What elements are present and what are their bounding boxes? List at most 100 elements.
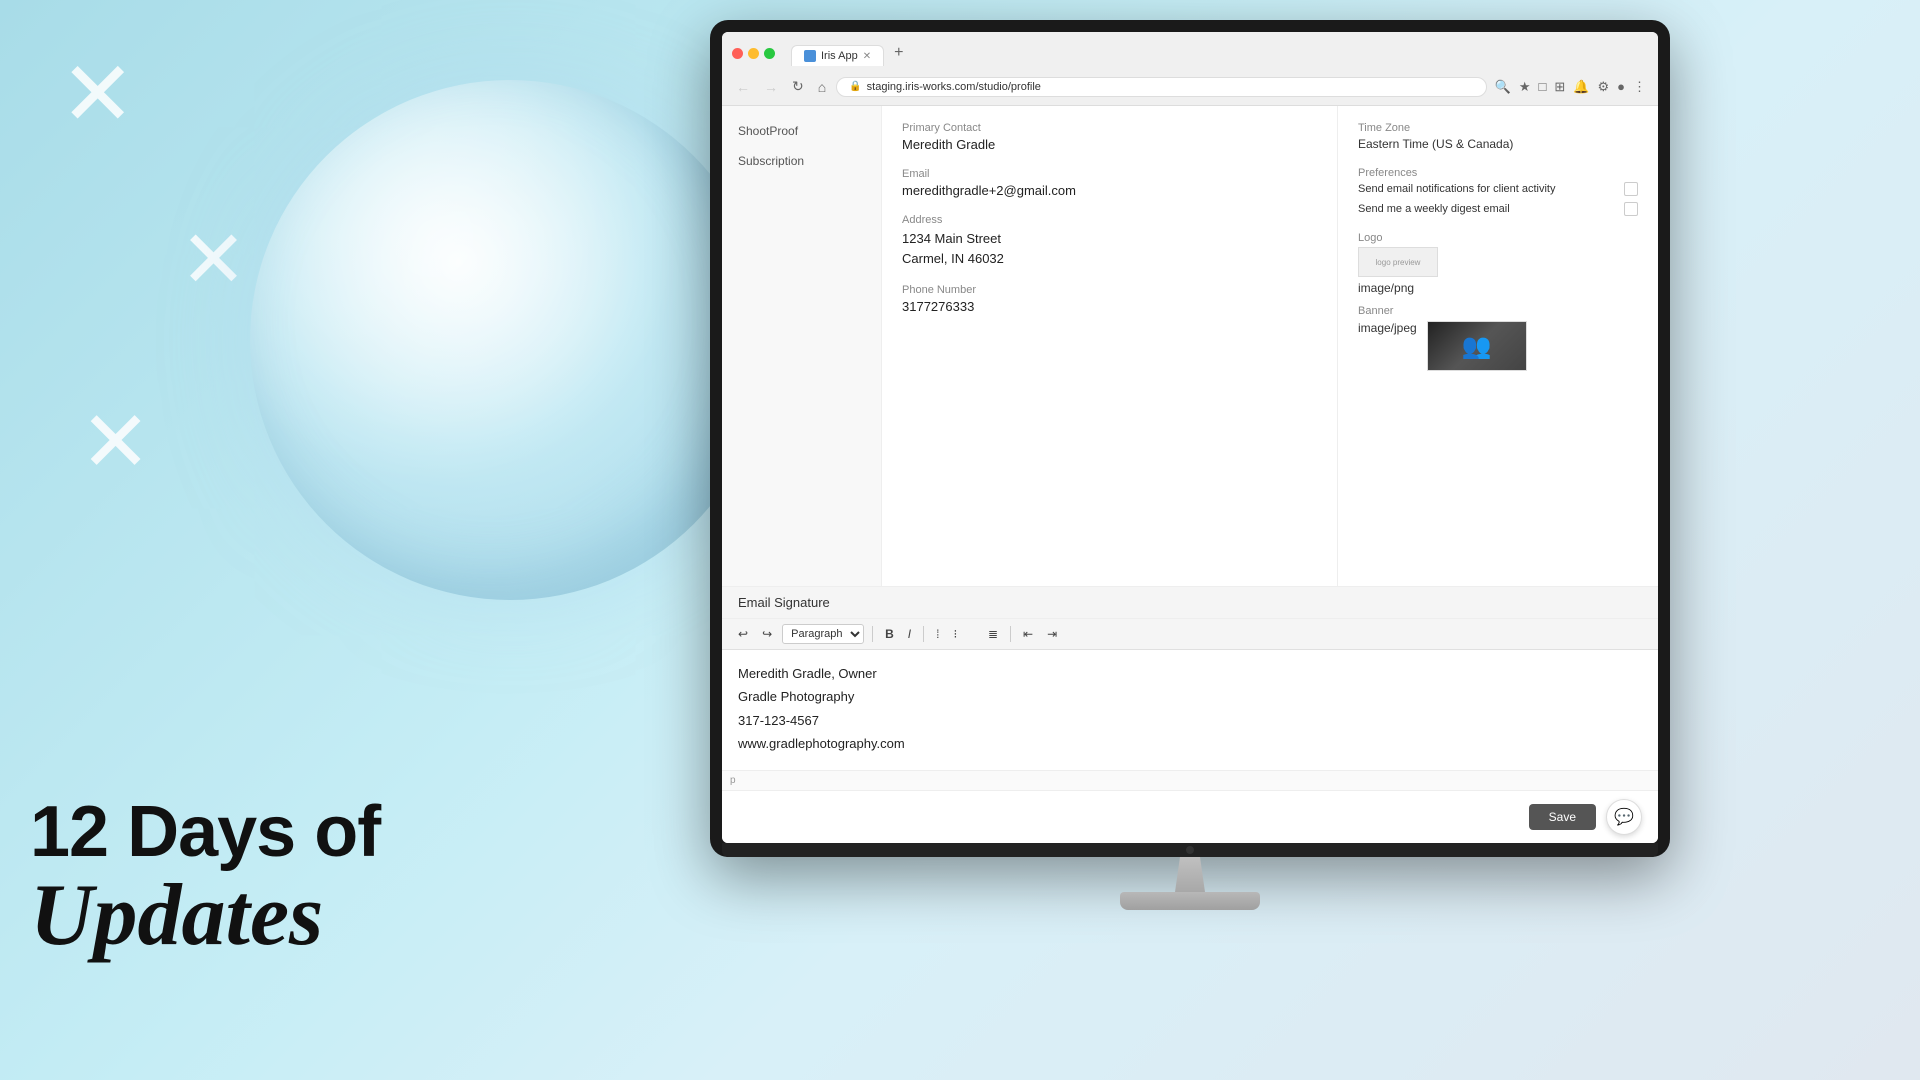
logo-label: Logo xyxy=(1358,232,1638,244)
primary-contact-field: Primary Contact Meredith Gradle xyxy=(902,122,1317,152)
address-line2: Carmel, IN 46032 xyxy=(902,249,1317,269)
notifications-button[interactable]: 🔔 xyxy=(1571,77,1591,97)
screenshot-button[interactable]: □ xyxy=(1537,77,1549,96)
outdent-button[interactable]: ⇤ xyxy=(1019,625,1037,643)
email-label: Email xyxy=(902,168,1317,180)
monitor-screen: Iris App ✕ + ← → ↻ ⌂ 🔒 staging.iris-work… xyxy=(722,32,1658,843)
paragraph-select[interactable]: Paragraph xyxy=(782,624,864,644)
browser-top-bar: Iris App ✕ + xyxy=(732,40,1648,66)
phone-value: 3177276333 xyxy=(902,299,1317,314)
sig-line1: Meredith Gradle, Owner xyxy=(738,662,1642,685)
monitor-stand xyxy=(1120,857,1260,910)
close-window-button[interactable] xyxy=(732,48,743,59)
promo-line2: Updates xyxy=(30,872,380,960)
logo-format: image/png xyxy=(1358,281,1638,295)
tab-title: Iris App xyxy=(821,50,858,62)
profile-main: Primary Contact Meredith Gradle Email me… xyxy=(882,106,1658,586)
preferences-label: Preferences xyxy=(1358,167,1638,179)
profile-right: Time Zone Eastern Time (US & Canada) Pre… xyxy=(1338,106,1658,586)
forward-button[interactable]: → xyxy=(760,77,782,97)
sig-line3: 317-123-4567 xyxy=(738,709,1642,732)
timezone-value: Eastern Time (US & Canada) xyxy=(1358,137,1638,151)
email-value: meredithgradle+2@gmail.com xyxy=(902,183,1317,198)
tab-bar: Iris App ✕ + xyxy=(791,40,911,66)
weekly-digest-pref: Send me a weekly digest email xyxy=(1358,202,1638,216)
active-tab[interactable]: Iris App ✕ xyxy=(791,45,884,66)
banner-section: Banner image/jpeg 👥 xyxy=(1358,305,1638,371)
toolbar-separator-1 xyxy=(872,626,873,642)
primary-contact-label: Primary Contact xyxy=(902,122,1317,134)
sidebar-item-subscription[interactable]: Subscription xyxy=(722,146,881,176)
toolbar-separator-2 xyxy=(923,626,924,642)
bold-button[interactable]: B xyxy=(881,625,898,643)
justify-button[interactable]: ≣ xyxy=(984,625,1002,643)
email-notifications-label: Send email notifications for client acti… xyxy=(1358,183,1624,195)
browser-chrome: Iris App ✕ + ← → ↻ ⌂ 🔒 staging.iris-work… xyxy=(722,32,1658,106)
signature-header: Email Signature xyxy=(722,587,1658,619)
new-tab-button[interactable]: + xyxy=(886,40,911,66)
deco-x-1 xyxy=(60,50,135,140)
browser-actions: 🔍 ★ □ ⊞ 🔔 ⚙ ● ⋮ xyxy=(1493,77,1648,97)
logo-preview: logo preview xyxy=(1358,247,1438,277)
save-button[interactable]: Save xyxy=(1529,804,1596,830)
sig-line2: Gradle Photography xyxy=(738,685,1642,708)
monitor-dot xyxy=(1186,846,1194,854)
stand-neck xyxy=(1165,857,1215,892)
align-left-button[interactable]: ⁞ xyxy=(932,625,943,643)
email-notifications-pref: Send email notifications for client acti… xyxy=(1358,182,1638,196)
lock-icon: 🔒 xyxy=(849,81,861,92)
signature-footer: p xyxy=(722,770,1658,790)
refresh-button[interactable]: ↻ xyxy=(788,76,808,97)
tab-favicon xyxy=(804,50,816,62)
traffic-lights xyxy=(732,48,775,59)
address-text: staging.iris-works.com/studio/profile xyxy=(867,81,1041,93)
grid-button[interactable]: ⊞ xyxy=(1552,77,1567,97)
signature-title: Email Signature xyxy=(738,595,830,610)
signature-toolbar: ↩ ↪ Paragraph B I ⁞ ⁝ ≣ ⇤ ⇥ xyxy=(722,619,1658,650)
redo-button[interactable]: ↪ xyxy=(758,625,776,643)
address-bar-row: ← → ↻ ⌂ 🔒 staging.iris-works.com/studio/… xyxy=(732,72,1648,105)
align-center-button[interactable]: ⁝ xyxy=(949,625,961,643)
logo-section: Logo logo preview image/png xyxy=(1358,232,1638,295)
indent-button[interactable]: ⇥ xyxy=(1043,625,1061,643)
address-bar[interactable]: 🔒 staging.iris-works.com/studio/profile xyxy=(836,77,1486,97)
monitor-bottom xyxy=(722,843,1658,857)
timezone-label: Time Zone xyxy=(1358,122,1638,134)
sidebar: ShootProof Subscription xyxy=(722,106,882,586)
home-button[interactable]: ⌂ xyxy=(814,77,830,97)
email-field: Email meredithgradle+2@gmail.com xyxy=(902,168,1317,198)
maximize-window-button[interactable] xyxy=(764,48,775,59)
sig-footer-text: p xyxy=(730,775,736,786)
chat-button[interactable]: 💬 xyxy=(1606,799,1642,835)
address-label: Address xyxy=(902,214,1317,226)
page-content: ShootProof Subscription Primary Contact … xyxy=(722,106,1658,586)
weekly-digest-checkbox[interactable] xyxy=(1624,202,1638,216)
footer-bar: Save 💬 xyxy=(722,790,1658,843)
banner-format: image/jpeg xyxy=(1358,321,1417,335)
phone-label: Phone Number xyxy=(902,284,1317,296)
bookmark-button[interactable]: ★ xyxy=(1517,77,1533,97)
toolbar-separator-3 xyxy=(1010,626,1011,642)
email-notifications-checkbox[interactable] xyxy=(1624,182,1638,196)
profile-button[interactable]: ● xyxy=(1615,77,1627,96)
address-field: Address 1234 Main Street Carmel, IN 4603… xyxy=(902,214,1317,268)
align-right-button[interactable] xyxy=(967,625,978,643)
extensions-button[interactable]: ⚙ xyxy=(1595,77,1611,97)
back-button[interactable]: ← xyxy=(732,77,754,97)
italic-button[interactable]: I xyxy=(904,625,915,643)
sig-line4: www.gradlephotography.com xyxy=(738,732,1642,755)
sidebar-item-shootproof[interactable]: ShootProof xyxy=(722,116,881,146)
search-browser-button[interactable]: 🔍 xyxy=(1493,77,1513,97)
tab-close-button[interactable]: ✕ xyxy=(863,51,871,62)
undo-button[interactable]: ↩ xyxy=(734,625,752,643)
signature-body[interactable]: Meredith Gradle, Owner Gradle Photograph… xyxy=(722,650,1658,770)
deco-x-2 xyxy=(180,220,247,300)
timezone-field: Time Zone Eastern Time (US & Canada) xyxy=(1358,122,1638,151)
weekly-digest-label: Send me a weekly digest email xyxy=(1358,203,1624,215)
deco-x-3 xyxy=(80,400,151,485)
menu-button[interactable]: ⋮ xyxy=(1631,77,1648,97)
phone-field: Phone Number 3177276333 xyxy=(902,284,1317,314)
preferences-section: Preferences Send email notifications for… xyxy=(1358,167,1638,216)
minimize-window-button[interactable] xyxy=(748,48,759,59)
banner-label: Banner xyxy=(1358,305,1638,317)
